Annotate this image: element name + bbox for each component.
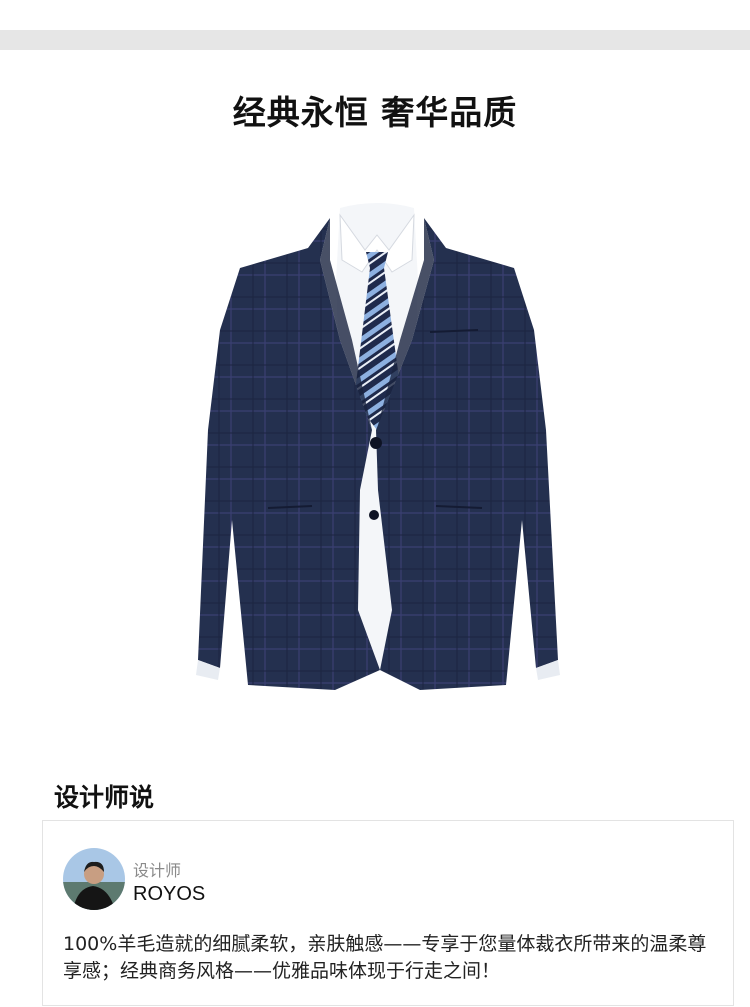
suit-product-image[interactable] (180, 190, 575, 700)
designer-avatar[interactable] (63, 848, 125, 910)
designer-role-label: 设计师 (133, 861, 182, 880)
designer-section-title: 设计师说 (54, 783, 155, 812)
top-divider-strip (0, 30, 750, 50)
designer-quote: 100%羊毛造就的细腻柔软，亲肤触感——专享于您量体裁衣所带来的温柔尊享感；经典… (63, 933, 707, 982)
designer-card: 设计师 ROYOS 100%羊毛造就的细腻柔软，亲肤触感——专享于您量体裁衣所带… (42, 820, 734, 1006)
page-headline: 经典永恒 奢华品质 (232, 93, 518, 132)
designer-name: ROYOS (133, 883, 206, 905)
